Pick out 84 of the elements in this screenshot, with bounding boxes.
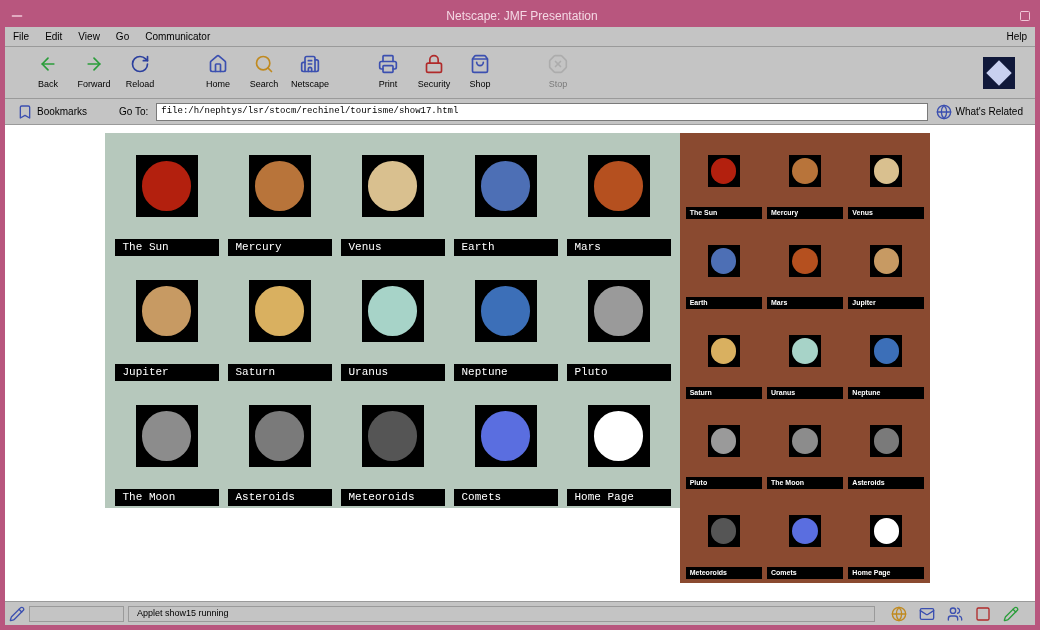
bookmark-icon xyxy=(17,103,33,120)
status-text: Applet show15 running xyxy=(137,606,229,620)
bag-icon xyxy=(470,53,490,74)
photo-placeholder xyxy=(248,405,311,467)
photo-placeholder xyxy=(707,515,740,547)
toolbar-button[interactable]: Netscape xyxy=(287,53,333,92)
whats-related-button[interactable]: What's Related xyxy=(935,103,1023,120)
planet-link[interactable]: Mars xyxy=(566,239,671,256)
netscape-logo xyxy=(983,56,1015,89)
planet-link[interactable]: Meteoroids xyxy=(340,489,445,506)
url-field[interactable]: file:/h/nephtys/lsr/stocm/rechinel/tourisme/show17.html xyxy=(156,102,928,121)
photo-placeholder xyxy=(707,335,740,367)
location-label: Go To: xyxy=(119,105,149,119)
photo-placeholder xyxy=(789,335,821,367)
reload-icon xyxy=(130,53,150,74)
window-icon[interactable] xyxy=(975,605,991,622)
photo-placeholder xyxy=(870,155,903,187)
stop-icon xyxy=(548,53,568,74)
navigator-icon[interactable] xyxy=(891,605,907,622)
toolbar-button[interactable]: Reload xyxy=(117,53,163,92)
pencil-icon xyxy=(9,605,25,622)
photo-placeholder xyxy=(474,155,537,217)
photo-placeholder xyxy=(248,280,311,342)
search-icon xyxy=(254,53,274,74)
photo-placeholder xyxy=(135,405,198,467)
photo-placeholder xyxy=(870,245,903,277)
planet-link[interactable]: Home Page xyxy=(566,489,671,506)
toolbar-button[interactable]: Search xyxy=(241,53,287,92)
photo-placeholder xyxy=(870,335,903,367)
planet-link[interactable]: Uranus xyxy=(340,364,445,381)
planet-link[interactable]: Jupiter xyxy=(114,364,219,381)
globe-icon xyxy=(935,103,952,120)
toolbar-button[interactable]: Home xyxy=(195,53,241,92)
planet-link[interactable]: Neptune xyxy=(453,364,558,381)
toolbar-button[interactable]: Back xyxy=(25,53,71,92)
building-icon xyxy=(300,53,320,74)
toolbar-button[interactable]: Shop xyxy=(457,53,503,92)
planet-link[interactable]: Venus xyxy=(340,239,445,256)
photo-placeholder xyxy=(361,405,424,467)
people-icon[interactable] xyxy=(947,605,963,622)
planet-link[interactable]: Earth xyxy=(453,239,558,256)
photo-placeholder xyxy=(135,280,198,342)
photo-placeholder xyxy=(587,280,650,342)
window-title: Netscape: JMF Presentation xyxy=(446,8,598,25)
photo-placeholder xyxy=(474,405,537,467)
photo-placeholder xyxy=(248,155,311,217)
photo-placeholder xyxy=(474,280,537,342)
menu-item[interactable]: Edit xyxy=(45,29,63,44)
menu-item[interactable]: Communicator xyxy=(145,29,211,44)
photo-placeholder xyxy=(135,155,198,217)
photo-placeholder xyxy=(870,425,903,457)
toolbar-button[interactable]: Forward xyxy=(71,53,117,92)
planet-link[interactable]: Comets xyxy=(453,489,558,506)
photo-placeholder xyxy=(789,245,821,277)
photo-placeholder xyxy=(870,515,903,547)
planet-link[interactable]: The Sun xyxy=(114,239,219,256)
menu-item[interactable]: Help xyxy=(1006,29,1027,44)
photo-placeholder xyxy=(587,155,650,217)
photo-placeholder xyxy=(789,425,821,457)
photo-placeholder xyxy=(789,515,821,547)
toolbar-button[interactable]: Security xyxy=(411,53,457,92)
house-icon xyxy=(208,53,228,74)
planet-link[interactable]: Saturn xyxy=(227,364,332,381)
planet-link[interactable]: Mercury xyxy=(227,239,332,256)
planet-link[interactable]: Pluto xyxy=(566,364,671,381)
bookmarks-button[interactable]: Bookmarks xyxy=(17,103,87,120)
menu-item[interactable]: File xyxy=(13,29,30,44)
photo-placeholder xyxy=(361,155,424,217)
maximize-icon[interactable] xyxy=(1019,10,1031,22)
photo-placeholder xyxy=(707,425,740,457)
photo-placeholder xyxy=(707,245,740,277)
printer-icon xyxy=(378,53,398,74)
menu-item[interactable]: View xyxy=(78,29,100,44)
photo-placeholder xyxy=(361,280,424,342)
pencil-icon[interactable] xyxy=(1003,605,1019,622)
toolbar-button[interactable]: Print xyxy=(365,53,411,92)
padlock-icon xyxy=(424,53,444,74)
planet-link[interactable]: Asteroids xyxy=(227,489,332,506)
planet-link[interactable]: The Moon xyxy=(114,489,219,506)
photo-placeholder xyxy=(789,155,821,187)
mail-icon[interactable] xyxy=(919,605,935,622)
menu-item[interactable]: Go xyxy=(115,29,130,44)
photo-placeholder xyxy=(707,155,740,187)
photo-placeholder xyxy=(587,405,650,467)
